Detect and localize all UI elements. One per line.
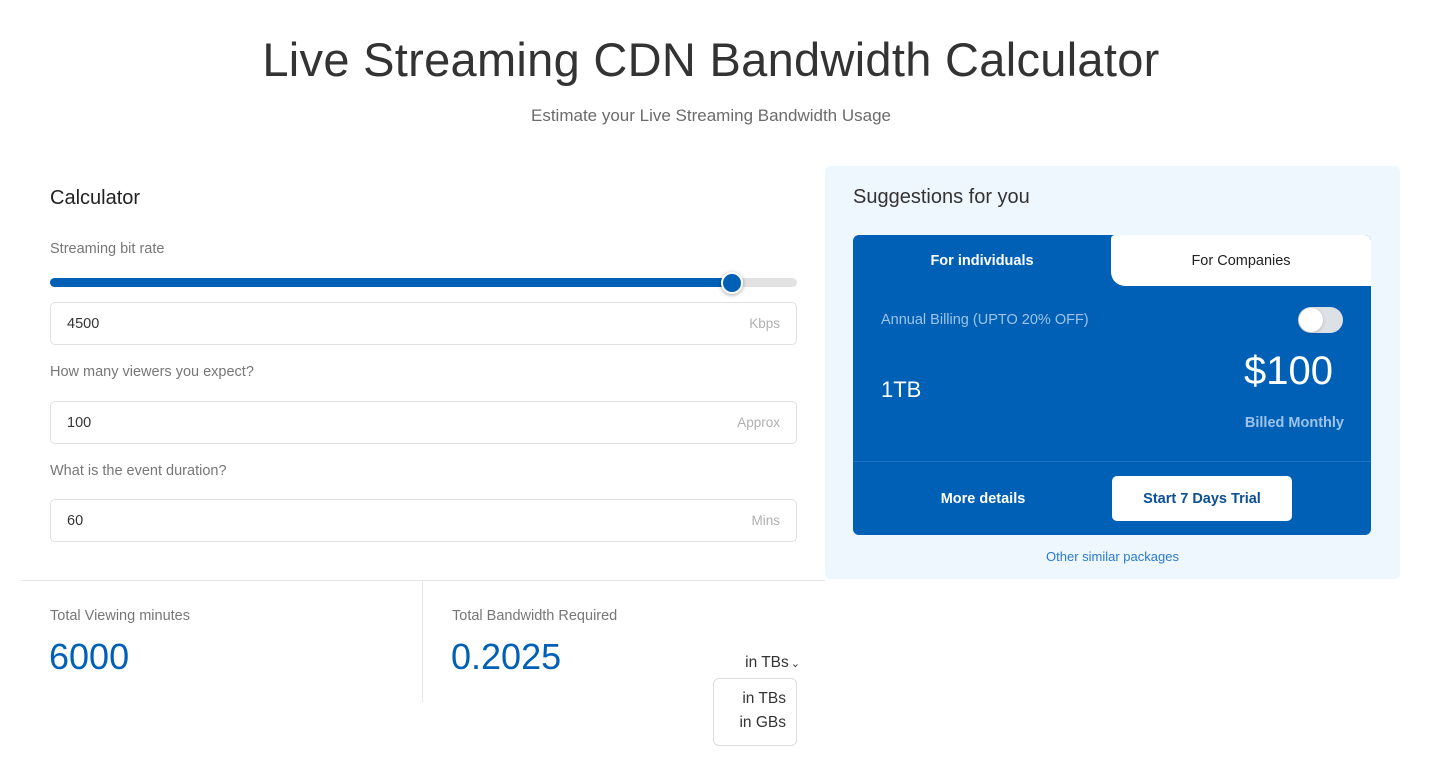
other-packages-link[interactable]: Other similar packages bbox=[825, 549, 1400, 564]
results-column-divider bbox=[422, 580, 423, 702]
page-title: Live Streaming CDN Bandwidth Calculator bbox=[262, 33, 1160, 86]
bandwidth-label: Total Bandwidth Required bbox=[452, 608, 618, 624]
viewers-field: Approx bbox=[50, 401, 797, 444]
duration-field: Mins bbox=[50, 499, 797, 542]
bitrate-field: Kbps bbox=[50, 302, 797, 345]
chevron-down-icon: ⌄ bbox=[790, 658, 800, 670]
duration-unit: Mins bbox=[751, 513, 780, 528]
results-divider bbox=[21, 580, 825, 581]
bitrate-slider-fill bbox=[50, 278, 732, 287]
viewing-minutes-label: Total Viewing minutes bbox=[50, 608, 190, 624]
unit-select-value: in TBs bbox=[745, 654, 789, 671]
calculator-title: Calculator bbox=[50, 187, 141, 209]
suggestions-panel: Suggestions for you For individuals For … bbox=[825, 166, 1400, 579]
bitrate-input[interactable] bbox=[67, 315, 750, 332]
unit-dropdown-menu: in TBs in GBs bbox=[713, 678, 797, 746]
billing-period: Billed Monthly bbox=[1244, 415, 1344, 431]
bitrate-unit: Kbps bbox=[749, 316, 780, 331]
more-details-button[interactable]: More details bbox=[913, 476, 1053, 521]
toggle-knob bbox=[1299, 308, 1323, 332]
plan-size: 1TB bbox=[881, 377, 922, 402]
card-divider bbox=[853, 461, 1371, 462]
viewers-input[interactable] bbox=[67, 414, 738, 431]
bitrate-slider[interactable] bbox=[50, 271, 797, 294]
start-trial-button[interactable]: Start 7 Days Trial bbox=[1112, 476, 1292, 521]
unit-select[interactable]: in TBs ⌄ bbox=[728, 654, 800, 672]
viewing-minutes-value: 6000 bbox=[49, 636, 130, 677]
viewers-unit: Approx bbox=[737, 415, 780, 430]
viewers-label: How many viewers you expect? bbox=[50, 364, 254, 380]
annual-billing-label: Annual Billing (UPTO 20% OFF) bbox=[881, 312, 1089, 328]
tab-individuals[interactable]: For individuals bbox=[853, 235, 1111, 286]
plan-card: For individuals For Companies Annual Bil… bbox=[853, 235, 1371, 535]
annual-billing-toggle[interactable] bbox=[1298, 307, 1343, 333]
bandwidth-value: 0.2025 bbox=[451, 636, 562, 677]
tab-companies[interactable]: For Companies bbox=[1111, 235, 1371, 286]
bitrate-label: Streaming bit rate bbox=[50, 241, 165, 257]
page-subtitle: Estimate your Live Streaming Bandwidth U… bbox=[530, 106, 891, 125]
plan-price: $100 bbox=[1244, 349, 1333, 393]
duration-label: What is the event duration? bbox=[50, 463, 227, 479]
suggestions-title: Suggestions for you bbox=[853, 186, 1030, 208]
bitrate-slider-thumb[interactable] bbox=[721, 271, 743, 294]
unit-option-gbs[interactable]: in GBs bbox=[714, 711, 786, 735]
unit-option-tbs[interactable]: in TBs bbox=[714, 687, 786, 711]
duration-input[interactable] bbox=[67, 512, 752, 529]
